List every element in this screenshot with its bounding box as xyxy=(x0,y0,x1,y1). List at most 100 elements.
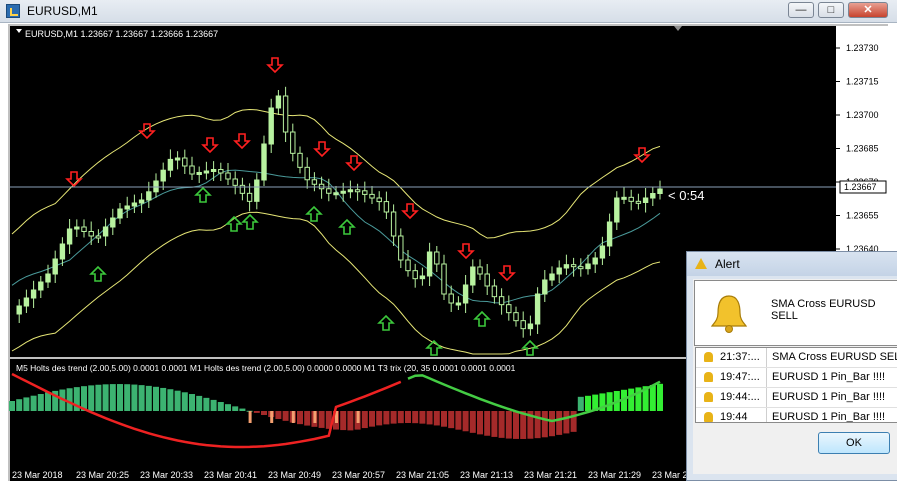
histogram-bar xyxy=(225,404,231,411)
alert-log-row[interactable]: 21:37:... SMA Cross EURUSD SELL xyxy=(696,348,897,368)
candle-body xyxy=(131,202,138,207)
candle-body xyxy=(506,304,512,314)
candle-body xyxy=(203,170,210,174)
minimize-button[interactable]: — xyxy=(788,2,814,18)
histogram-bar xyxy=(270,411,274,423)
candle-body xyxy=(542,279,548,295)
candle-body xyxy=(455,302,462,306)
candle-body xyxy=(52,258,58,275)
histogram-bar xyxy=(23,397,30,411)
close-button[interactable]: ✕ xyxy=(848,2,888,18)
candle-body xyxy=(362,190,368,195)
candle-body xyxy=(246,192,253,202)
alert-titlebar[interactable]: Alert xyxy=(687,252,897,276)
candle-body xyxy=(290,131,296,154)
histogram-bar xyxy=(291,411,295,423)
candle-body xyxy=(354,189,361,193)
histogram-bar xyxy=(563,411,570,434)
maximize-button[interactable]: □ xyxy=(818,2,844,18)
candle-body xyxy=(347,189,354,193)
candle-body xyxy=(448,293,454,304)
candle-body xyxy=(196,172,202,175)
histogram-bar xyxy=(462,411,469,432)
histogram-bar xyxy=(397,411,404,424)
alert-log-row[interactable]: 19:47:... EURUSD 1 Pin_Bar !!!! xyxy=(696,368,897,388)
histogram-bar xyxy=(484,411,491,436)
histogram-bar xyxy=(261,411,267,416)
candle-body xyxy=(254,179,260,202)
candle-body xyxy=(556,267,562,275)
candle-body xyxy=(549,273,555,281)
candle-body xyxy=(599,245,606,259)
candle-body xyxy=(74,226,80,230)
alert-dialog[interactable]: Alert SMA Cross EURUSD SELL 21:37:... SM… xyxy=(686,251,897,481)
histogram-bar xyxy=(356,411,360,423)
candle-body xyxy=(405,259,411,272)
candle-body xyxy=(45,273,51,283)
chart-header: EURUSD,M1 1.23667 1.23667 1.23666 1.2366… xyxy=(25,29,218,39)
histogram-bar xyxy=(549,411,555,437)
candle-body xyxy=(102,226,109,237)
histogram-bar xyxy=(138,385,145,411)
histogram-bar xyxy=(426,411,433,425)
bell-icon xyxy=(704,352,713,362)
candle-body xyxy=(326,188,332,194)
alert-title: Alert xyxy=(715,257,740,271)
candle-body xyxy=(282,95,289,133)
candle-body xyxy=(657,188,663,194)
candle-body xyxy=(563,264,570,269)
candle-body xyxy=(225,172,231,180)
time-label: 23 Mar 21:29 xyxy=(588,470,641,480)
histogram-bar xyxy=(66,388,73,411)
histogram-bar xyxy=(649,385,656,411)
time-label: 23 Mar 20:25 xyxy=(76,470,129,480)
histogram-bar xyxy=(498,411,505,438)
histogram-bar xyxy=(340,411,347,431)
candle-body xyxy=(23,297,30,307)
histogram-bar xyxy=(95,384,102,411)
candle-body xyxy=(167,158,174,171)
time-label: 23 Mar 2018 xyxy=(12,470,63,480)
histogram-bar xyxy=(153,386,159,411)
candle-body xyxy=(369,193,375,199)
candle-body xyxy=(570,264,577,268)
candle-body xyxy=(621,196,627,200)
histogram-bar xyxy=(253,411,260,413)
histogram-bar xyxy=(477,411,483,435)
time-label: 23 Mar 21:21 xyxy=(524,470,577,480)
alert-log-list[interactable]: 21:37:... SMA Cross EURUSD SELL 19:47:..… xyxy=(695,347,897,423)
candle-body xyxy=(527,323,534,330)
candle-body xyxy=(484,273,490,287)
histogram-bar xyxy=(628,388,635,411)
histogram-bar xyxy=(433,411,440,426)
histogram-bar xyxy=(657,383,663,411)
candle-body xyxy=(275,95,282,109)
histogram-bar xyxy=(491,411,498,437)
histogram-bar xyxy=(383,411,390,425)
bell-icon xyxy=(704,372,713,382)
window-titlebar[interactable]: EURUSD,M1 — □ ✕ xyxy=(0,0,897,23)
histogram-bar xyxy=(585,395,591,411)
candle-body xyxy=(592,257,598,265)
histogram-bar xyxy=(376,411,383,426)
ok-button[interactable]: OK xyxy=(818,432,890,454)
histogram-bar xyxy=(369,411,375,427)
candle-body xyxy=(16,305,22,315)
alert-bell-icon xyxy=(695,258,707,269)
histogram-bar xyxy=(513,411,519,439)
histogram-bar xyxy=(541,411,548,438)
window-title: EURUSD,M1 xyxy=(27,4,98,18)
alert-log-row[interactable]: 19:44:... EURUSD 1 Pin_Bar !!!! xyxy=(696,388,897,408)
histogram-bar xyxy=(405,411,411,424)
histogram-bar xyxy=(131,384,138,411)
histogram-bar xyxy=(505,411,512,439)
candle-body xyxy=(426,251,433,277)
alert-log-row[interactable]: 19:44 EURUSD 1 Pin_Bar !!!! xyxy=(696,408,897,422)
histogram-bar xyxy=(167,389,174,411)
candle-body xyxy=(642,197,649,203)
histogram-bar xyxy=(390,411,397,424)
histogram-bar xyxy=(196,395,203,411)
candle-body xyxy=(578,266,584,270)
histogram-bar xyxy=(117,384,123,411)
candle-body xyxy=(520,320,526,330)
